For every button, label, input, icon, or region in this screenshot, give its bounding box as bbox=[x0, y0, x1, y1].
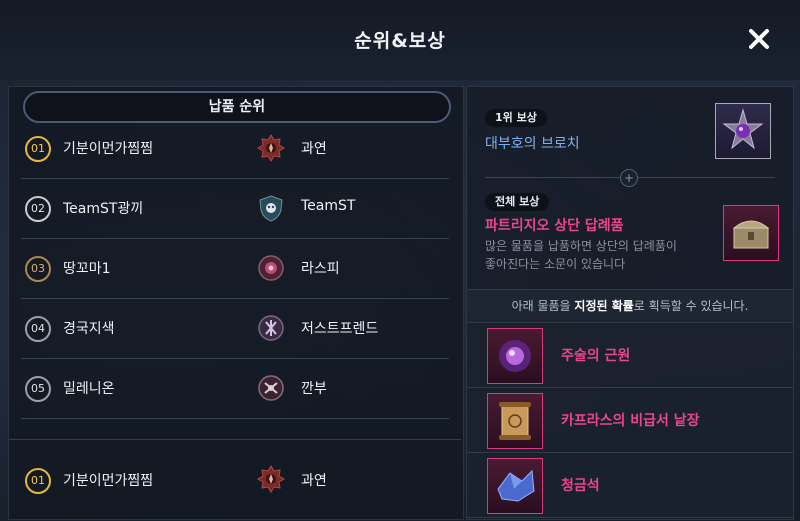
rank-badge: 04 bbox=[25, 316, 51, 342]
all-reward-name: 파트리지오 상단 답례품 bbox=[485, 218, 624, 234]
guild-name: 저스트프렌드 bbox=[301, 321, 379, 337]
rank-badge: 01 bbox=[25, 468, 51, 494]
brooch-icon bbox=[722, 108, 764, 150]
first-reward-tag: 1위 보상 bbox=[485, 109, 547, 127]
rank-badge: 03 bbox=[25, 256, 51, 282]
ranking-row[interactable]: 03 땅꼬마1 라스피 bbox=[21, 239, 449, 299]
rank-badge: 02 bbox=[25, 196, 51, 222]
probability-note: 아래 물품을 지정된 확률로 획득할 수 있습니다. bbox=[467, 289, 793, 323]
item-slot[interactable] bbox=[487, 393, 543, 449]
reward-item-row[interactable]: 카프라스의 비급서 낱장 bbox=[467, 388, 793, 453]
crystal-icon bbox=[497, 469, 535, 502]
player-name: TeamST광끼 bbox=[63, 201, 144, 217]
page-title: 순위&보상 bbox=[354, 30, 446, 52]
ranking-row[interactable]: 04 경국지색 저스트프렌드 bbox=[21, 299, 449, 359]
reward-panel: 1위 보상 대부호의 브로치 + 전체 보상 파트리지오 상단 답례품 많은 물… bbox=[466, 86, 794, 520]
player-name: 기분이먼가찜찜 bbox=[63, 141, 154, 157]
player-name: 땅꼬마1 bbox=[63, 261, 111, 277]
guild-emblem-icon bbox=[257, 134, 285, 162]
all-reward-tag: 전체 보상 bbox=[485, 193, 550, 211]
reward-item-row[interactable]: 청금석 bbox=[467, 453, 793, 518]
plus-icon: + bbox=[620, 169, 638, 187]
ranking-list[interactable]: 01 기분이먼가찜찜 과연 02 TeamST광끼 TeamST 03 땅꼬마1 bbox=[9, 119, 463, 419]
purple-orb-icon bbox=[499, 340, 531, 372]
player-name: 경국지색 bbox=[63, 321, 115, 337]
note-prefix: 아래 물품을 bbox=[511, 299, 575, 313]
guild-name: 깐부 bbox=[301, 381, 327, 397]
first-reward-name: 대부호의 브로치 bbox=[485, 136, 580, 152]
close-icon bbox=[749, 29, 769, 49]
guild-emblem-icon bbox=[257, 465, 285, 493]
item-name: 주술의 근원 bbox=[561, 348, 631, 364]
guild-name: 라스피 bbox=[301, 261, 340, 277]
brooch-item[interactable] bbox=[715, 103, 771, 159]
item-name: 카프라스의 비급서 낱장 bbox=[561, 413, 700, 429]
player-name: 밀레니온 bbox=[63, 381, 115, 397]
ranking-row[interactable]: 02 TeamST광끼 TeamST bbox=[21, 179, 449, 239]
all-reward-description: 많은 물품을 납품하면 상단의 답례품이 좋아진다는 소문이 있습니다 bbox=[485, 239, 677, 271]
guild-emblem-icon bbox=[258, 375, 284, 401]
ranking-row[interactable]: 05 밀레니온 깐부 bbox=[21, 359, 449, 419]
item-slot[interactable] bbox=[487, 328, 543, 384]
scroll-icon bbox=[499, 402, 531, 440]
reward-item-list[interactable]: 주술의 근원 카프라스의 비급서 낱장 청금석 bbox=[467, 323, 793, 518]
guild-name: 과연 bbox=[301, 473, 327, 489]
ranking-row[interactable]: 01 기분이먼가찜찜 과연 bbox=[21, 119, 449, 179]
header-bar: 순위&보상 bbox=[0, 0, 800, 80]
guild-emblem-icon bbox=[258, 315, 284, 341]
item-name: 청금석 bbox=[561, 478, 600, 494]
chest-item[interactable] bbox=[723, 205, 779, 261]
rank-badge: 05 bbox=[25, 376, 51, 402]
treasure-chest-icon bbox=[732, 220, 770, 249]
note-suffix: 로 획득할 수 있습니다. bbox=[633, 299, 749, 313]
note-highlight: 지정된 확률 bbox=[574, 299, 634, 313]
item-slot[interactable] bbox=[487, 458, 543, 514]
reward-item-row[interactable]: 주술의 근원 bbox=[467, 323, 793, 388]
guild-name: TeamST bbox=[301, 198, 356, 214]
player-name: 기분이먼가찜찜 bbox=[63, 473, 154, 489]
my-rank-row: 01 기분이먼가찜찜 과연 bbox=[9, 439, 461, 518]
guild-emblem-icon bbox=[258, 255, 284, 281]
rank-badge: 01 bbox=[25, 136, 51, 162]
guild-emblem-icon bbox=[259, 195, 283, 222]
close-button[interactable] bbox=[744, 24, 774, 54]
ranking-panel: 납품 순위 01 기분이먼가찜찜 과연 02 TeamST광끼 TeamST 0… bbox=[8, 86, 464, 520]
guild-name: 과연 bbox=[301, 141, 327, 157]
